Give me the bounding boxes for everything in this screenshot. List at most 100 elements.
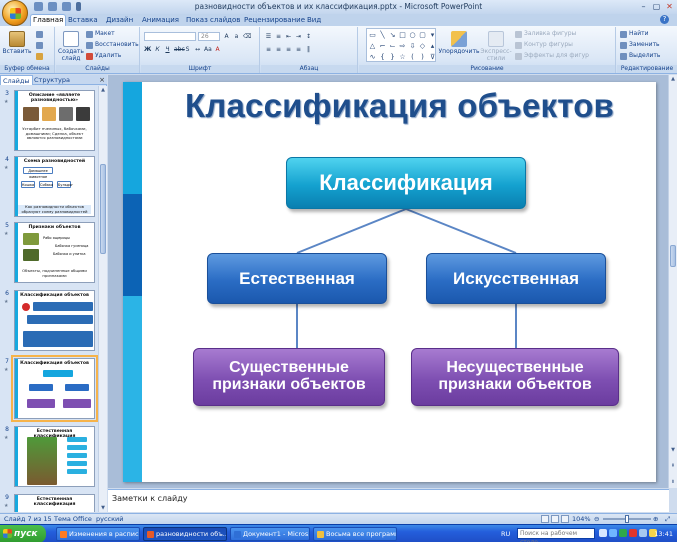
callout-shape-icon[interactable]: ◇ xyxy=(418,41,427,51)
close-pane-icon[interactable]: × xyxy=(99,75,105,85)
slide-thumbnail[interactable]: Классификация объектов xyxy=(14,290,95,351)
taskbar-item[interactable]: Изменения в распис... xyxy=(56,527,140,541)
previous-slide-icon[interactable]: ⇞ xyxy=(670,462,676,470)
elbow-shape-icon[interactable]: ⌐ xyxy=(378,41,387,51)
scroll-up-icon[interactable]: ▲ xyxy=(670,75,676,83)
network-icon[interactable] xyxy=(629,529,637,537)
strikethrough-icon[interactable]: abc xyxy=(174,46,185,53)
format-painter-button[interactable] xyxy=(36,53,43,60)
spacing-icon[interactable]: ↔ xyxy=(194,46,201,53)
decrease-indent-icon[interactable]: ⇤ xyxy=(285,33,292,40)
star-shape-icon[interactable]: ☆ xyxy=(398,52,407,62)
normal-view-icon[interactable] xyxy=(541,515,549,523)
shape-fill-button[interactable]: Заливка фигуры xyxy=(515,30,576,38)
bullets-icon[interactable]: ☰ xyxy=(265,33,272,40)
shadow-icon[interactable]: S xyxy=(184,46,191,53)
taskbar-item[interactable]: Восьма все программы xyxy=(313,527,397,541)
increase-indent-icon[interactable]: ⇥ xyxy=(295,33,302,40)
brace-right-shape-icon[interactable]: } xyxy=(388,52,397,62)
zoom-in-icon[interactable]: ⊕ xyxy=(653,515,658,524)
tab-design[interactable]: Дизайн xyxy=(104,15,135,26)
font-name-combo[interactable] xyxy=(144,32,196,41)
next-slide-icon[interactable]: ⇟ xyxy=(670,478,676,486)
tab-slides[interactable]: Слайды xyxy=(0,75,33,85)
triangle-shape-icon[interactable]: △ xyxy=(368,41,377,51)
diagram-node-artificial[interactable]: Искусственная xyxy=(426,253,606,304)
zoom-slider-knob[interactable] xyxy=(625,515,629,523)
grow-font-icon[interactable]: A xyxy=(223,33,230,40)
antivirus-icon[interactable] xyxy=(619,529,627,537)
clear-format-icon[interactable]: ⌫ xyxy=(243,33,251,40)
diagram-node-root[interactable]: Классификация xyxy=(286,157,526,209)
connector-shape-icon[interactable]: ⌙ xyxy=(388,41,397,51)
close-icon[interactable]: ✕ xyxy=(664,1,675,12)
tab-home[interactable]: Главная xyxy=(30,14,67,26)
sound-icon[interactable] xyxy=(609,529,617,537)
shape-outline-button[interactable]: Контур фигуры xyxy=(515,41,573,49)
new-slide-button[interactable]: Создать слайд xyxy=(58,31,84,62)
office-button[interactable] xyxy=(2,0,28,26)
align-right-icon[interactable]: ≡ xyxy=(285,46,292,53)
slide-canvas[interactable]: Классификация объектов Классификация Ест… xyxy=(123,82,656,482)
diagram-node-natural[interactable]: Естественная xyxy=(207,253,387,304)
slide-thumbnail[interactable]: Описание «являете разновидностью» Устарб… xyxy=(14,90,95,151)
font-color-icon[interactable]: A xyxy=(214,46,221,53)
shrink-font-icon[interactable]: a xyxy=(233,33,240,40)
zoom-level[interactable]: 104% xyxy=(572,515,591,524)
line-spacing-icon[interactable]: ↕ xyxy=(305,33,312,40)
right-arrow-shape-icon[interactable]: ⇨ xyxy=(398,41,407,51)
bold-icon[interactable]: Ж xyxy=(144,46,151,53)
diagram-node-nonessential[interactable]: Несущественные признаки объектов xyxy=(411,348,619,406)
slide-thumbnail[interactable]: Естественная классификация xyxy=(14,494,95,512)
start-button[interactable]: пуск xyxy=(0,525,46,542)
copy-button[interactable] xyxy=(36,42,43,49)
slide-thumbnail[interactable]: Признаки объектов Рабо ящерицы Бабочка г… xyxy=(14,222,95,283)
underline-icon[interactable]: Ч xyxy=(164,46,171,53)
tab-slideshow[interactable]: Показ слайдов xyxy=(184,15,242,26)
font-size-combo[interactable]: 26 xyxy=(198,32,220,41)
diagram-node-essential[interactable]: Существенные признаки объектов xyxy=(193,348,385,406)
scroll-up-icon[interactable]: ▲ xyxy=(100,86,106,94)
bracket2-shape-icon[interactable]: ) xyxy=(418,52,427,62)
line-shape-icon[interactable]: ╲ xyxy=(378,30,387,40)
find-button[interactable]: Найти xyxy=(620,30,648,38)
columns-icon[interactable]: ‖ xyxy=(305,46,312,53)
tab-view[interactable]: Вид xyxy=(305,15,323,26)
brace-left-shape-icon[interactable]: { xyxy=(378,52,387,62)
oval-shape-icon[interactable]: ○ xyxy=(408,30,417,40)
slideshow-view-icon[interactable] xyxy=(561,515,569,523)
rounded-rect-shape-icon[interactable]: ▢ xyxy=(418,30,427,40)
scroll-thumb[interactable] xyxy=(670,245,676,267)
tab-outline[interactable]: Структура xyxy=(32,75,72,85)
minimize-icon[interactable]: – xyxy=(638,1,649,12)
justify-icon[interactable]: ≡ xyxy=(295,46,302,53)
tab-insert[interactable]: Вставка xyxy=(66,15,100,26)
shape-effects-button[interactable]: Эффекты для фигур xyxy=(515,52,589,60)
align-center-icon[interactable]: ≡ xyxy=(275,46,282,53)
layout-button[interactable]: Макет xyxy=(86,30,115,38)
scroll-thumb[interactable] xyxy=(100,164,106,254)
slide-thumbnail[interactable]: Схема разновидностей Домашнее животное К… xyxy=(14,156,95,217)
tab-review[interactable]: Рецензирование xyxy=(242,15,307,26)
language-indicator[interactable]: русский xyxy=(96,515,124,524)
tab-animation[interactable]: Анимация xyxy=(140,15,181,26)
arrange-button[interactable]: Упорядочить xyxy=(439,31,479,55)
search-tray-icon[interactable] xyxy=(599,529,607,537)
quick-styles-button[interactable]: Экспресс-стили xyxy=(479,31,513,62)
numbering-icon[interactable]: ≡ xyxy=(275,33,282,40)
down-arrow-shape-icon[interactable]: ⇩ xyxy=(408,41,417,51)
cut-button[interactable] xyxy=(36,31,43,38)
case-icon[interactable]: Aa xyxy=(204,46,212,53)
delete-slide-button[interactable]: Удалить xyxy=(86,52,121,60)
taskbar-item[interactable]: Документ1 - Micros... xyxy=(230,527,310,541)
reset-button[interactable]: Восстановить xyxy=(86,41,139,49)
italic-icon[interactable]: К xyxy=(154,46,161,53)
rectangle2-shape-icon[interactable]: □ xyxy=(398,30,407,40)
expand-shapes-icon[interactable]: ⊽ xyxy=(428,52,437,62)
taskbar-item-active[interactable]: разновидности объ... xyxy=(143,527,227,541)
maximize-icon[interactable]: ▢ xyxy=(651,1,662,12)
fit-window-icon[interactable]: ⤢ xyxy=(665,515,670,524)
slide-thumbnail-selected[interactable]: Классификация объектов xyxy=(11,355,98,422)
slide-scrollbar[interactable]: ▲ ▼ ⇞ ⇟ xyxy=(668,75,677,488)
slide-thumbnail[interactable]: Естественная классификация xyxy=(14,426,95,487)
